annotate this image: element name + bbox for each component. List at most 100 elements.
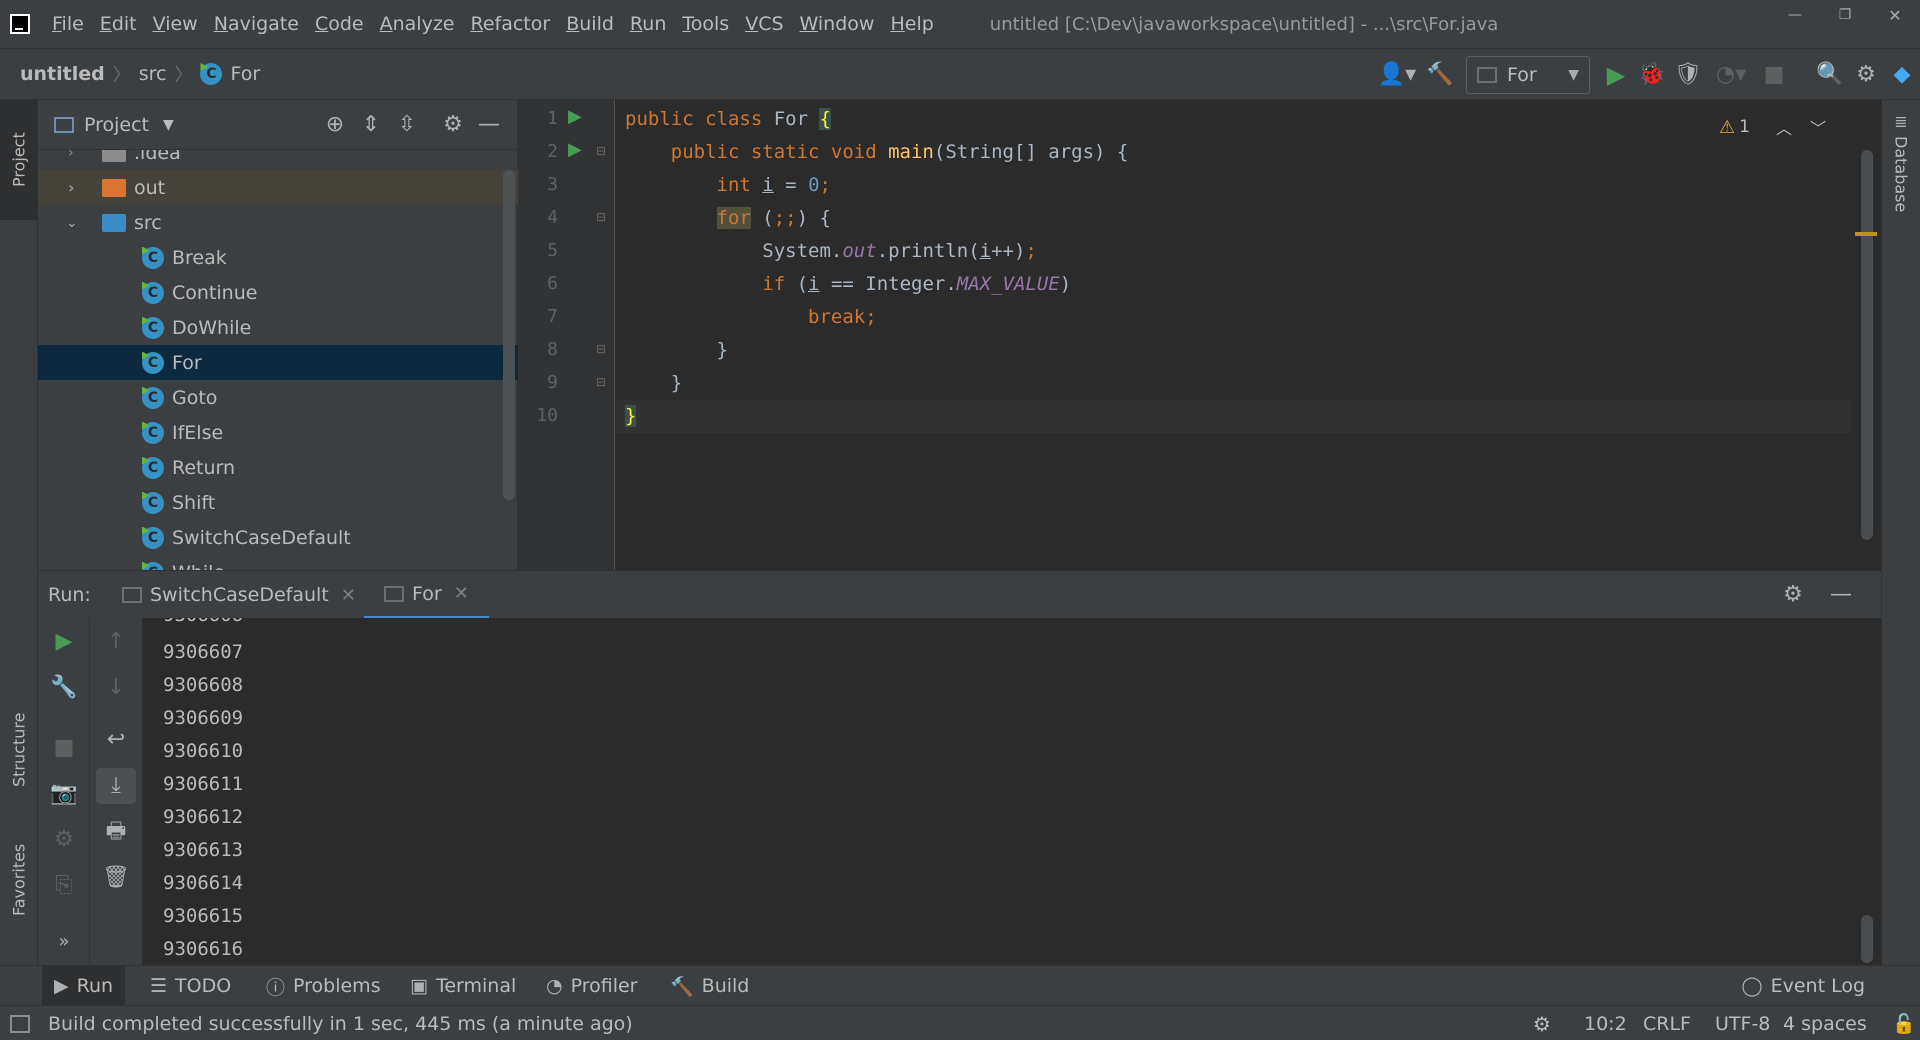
breadcrumb-file[interactable]: For (230, 63, 260, 85)
breadcrumb-project[interactable]: untitled (20, 63, 105, 85)
run-tab-for[interactable]: For ✕ (364, 571, 489, 619)
menu-window[interactable]: Window (800, 13, 875, 35)
restore-layout-icon[interactable]: ⚙ (38, 822, 90, 858)
chevron-down-icon[interactable]: ▼ (163, 117, 174, 133)
menu-edit[interactable]: Edit (100, 13, 137, 35)
tree-item-class[interactable]: C Goto (38, 380, 518, 415)
search-icon[interactable]: 🔍 (1812, 57, 1848, 93)
collapse-all-icon[interactable]: ⇳ (389, 107, 425, 143)
tool-tab-profiler[interactable]: ◔ Profiler (546, 966, 637, 1006)
tree-item-class[interactable]: C Continue (38, 275, 518, 310)
menu-build[interactable]: Build (566, 13, 614, 35)
fold-icon[interactable]: ⊟ (596, 210, 606, 224)
run-gutter-icon[interactable]: ▶ (568, 139, 582, 160)
project-view-selector[interactable]: Project (84, 114, 149, 136)
tool-tab-terminal[interactable]: ▣ Terminal (410, 966, 516, 1006)
code-editor[interactable]: 1 2 3 4 5 6 7 8 9 10 ▶ ▶ ⊟ ⊟ ⊟ ⊟ public … (518, 100, 1881, 570)
toggle-tool-windows-icon[interactable] (10, 1006, 30, 1040)
profile-icon[interactable]: ◔▾ (1706, 57, 1756, 93)
editor-scrollbar[interactable] (1861, 150, 1873, 540)
git-sync-icon[interactable]: ⚙ (1533, 1006, 1551, 1040)
tab-project[interactable]: Project (0, 100, 38, 220)
tree-item-src[interactable]: ⌄ src (38, 205, 518, 240)
menu-view[interactable]: View (153, 13, 198, 35)
stop-icon[interactable]: ■ (38, 730, 90, 766)
tree-item-class[interactable]: C Shift (38, 485, 518, 520)
up-arrow-icon[interactable]: ↑ (90, 624, 142, 660)
down-arrow-icon[interactable]: ↓ (90, 670, 142, 706)
tree-item-class-selected[interactable]: C For (38, 345, 518, 380)
inspection-widget[interactable]: ⚠ 1 ︿ ﹀ (1719, 114, 1826, 140)
close-tab-icon[interactable]: ✕ (454, 583, 469, 604)
console-scrollbar[interactable] (1861, 915, 1873, 963)
menu-vcs[interactable]: VCS (745, 13, 783, 35)
tree-item-class[interactable]: C SwitchCaseDefault (38, 520, 518, 555)
vcs-user-icon[interactable]: 👤▾ (1372, 57, 1422, 93)
tree-item-class[interactable]: C DoWhile (38, 310, 518, 345)
tool-tab-run[interactable]: ▶ Run (42, 966, 126, 1006)
scroll-to-end-icon[interactable]: ⤓ (96, 768, 136, 804)
trash-icon[interactable]: 🗑 (90, 860, 142, 896)
run-icon[interactable]: ▶ (1598, 57, 1634, 93)
project-scrollbar[interactable] (503, 170, 515, 500)
settings-gear-icon[interactable]: ⚙ (1848, 57, 1884, 93)
status-message[interactable]: Build completed successfully in 1 sec, 4… (48, 1006, 633, 1040)
previous-highlight-icon[interactable]: ︿ (1776, 115, 1792, 139)
close-tab-icon[interactable]: ✕ (341, 585, 356, 606)
tool-tab-todo[interactable]: ☰ TODO (150, 966, 231, 1006)
expand-all-icon[interactable]: ⇕ (353, 107, 389, 143)
debug-icon[interactable]: 🐞 (1634, 57, 1670, 93)
menu-analyze[interactable]: Analyze (380, 13, 455, 35)
tree-item-class[interactable]: C IfElse (38, 415, 518, 450)
close-icon[interactable]: ✕ (1870, 6, 1920, 25)
console-output[interactable]: 9306606 9306607 9306608 9306609 9306610 … (143, 618, 1881, 965)
next-highlight-icon[interactable]: ﹀ (1810, 115, 1826, 139)
tab-database[interactable]: ≣ Database (1882, 110, 1920, 240)
warning-marker[interactable] (1855, 232, 1877, 236)
rerun-icon[interactable]: ▶ (38, 624, 90, 660)
tool-tab-build[interactable]: 🔨 Build (670, 966, 749, 1006)
tree-item-class[interactable]: C Return (38, 450, 518, 485)
fold-icon[interactable]: ⊟ (596, 342, 606, 356)
hide-panel-icon[interactable]: — (471, 107, 507, 143)
caret-position[interactable]: 10:2 (1584, 1006, 1627, 1040)
tab-structure[interactable]: Structure (0, 690, 38, 810)
menu-refactor[interactable]: Refactor (470, 13, 550, 35)
run-config-selector[interactable]: For ▼ (1466, 56, 1590, 94)
hide-panel-icon[interactable]: — (1823, 577, 1859, 613)
locate-icon[interactable]: ⊕ (317, 107, 353, 143)
gear-icon[interactable]: ⚙ (1775, 577, 1811, 613)
menu-help[interactable]: Help (890, 13, 933, 35)
tree-item-idea[interactable]: › .idea (38, 150, 518, 170)
print-icon[interactable]: 🖶 (90, 814, 142, 850)
tree-item-class[interactable]: C Break (38, 240, 518, 275)
more-icon[interactable]: » (38, 924, 90, 960)
build-hammer-icon[interactable]: 🔨 (1422, 57, 1458, 93)
run-gutter-icon[interactable]: ▶ (568, 106, 582, 127)
lock-icon[interactable]: 🔓 (1892, 1006, 1916, 1040)
tool-tab-problems[interactable]: ⓘ Problems (266, 966, 381, 1006)
soft-wrap-icon[interactable]: ↩ (90, 722, 142, 758)
restore-icon[interactable]: ❐ (1820, 7, 1870, 23)
wrench-icon[interactable]: 🔧 (38, 670, 90, 706)
line-separator[interactable]: CRLF (1643, 1006, 1691, 1040)
indent-setting[interactable]: 4 spaces (1783, 1006, 1867, 1040)
menu-navigate[interactable]: Navigate (214, 13, 299, 35)
menu-file[interactable]: File (52, 13, 84, 35)
code-with-me-icon[interactable]: ◆ (1884, 57, 1920, 93)
exit-icon[interactable]: ⎘ (38, 868, 90, 904)
tool-tab-event-log[interactable]: ◯ Event Log (1741, 966, 1865, 1006)
fold-icon[interactable]: ⊟ (596, 375, 606, 389)
fold-icon[interactable]: ⊟ (596, 144, 606, 158)
gear-icon[interactable]: ⚙ (435, 107, 471, 143)
menu-tools[interactable]: Tools (682, 13, 729, 35)
coverage-icon[interactable]: 🛡 (1670, 57, 1706, 93)
stop-icon[interactable]: ■ (1756, 57, 1792, 93)
tree-item-class[interactable]: C While (38, 555, 518, 570)
tree-item-out[interactable]: › out (38, 170, 518, 205)
minimize-icon[interactable]: — (1770, 7, 1820, 23)
file-encoding[interactable]: UTF-8 (1715, 1006, 1770, 1040)
menu-code[interactable]: Code (315, 13, 364, 35)
tab-favorites[interactable]: Favorites (0, 820, 38, 940)
camera-icon[interactable]: 📷 (38, 776, 90, 812)
